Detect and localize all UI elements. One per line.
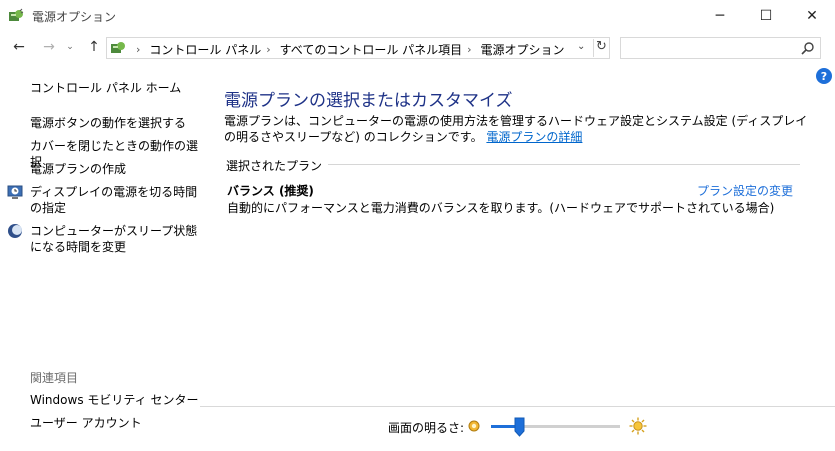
sidebar-item-sleep-time[interactable]: コンピューターがスリープ状態になる時間を変更 bbox=[30, 223, 198, 255]
group-divider bbox=[310, 164, 800, 165]
breadcrumb-separator[interactable]: › bbox=[266, 43, 270, 56]
plan-description-text: 電源プランは、コンピューターの電源の使用方法を管理するハードウェア設定とシステム… bbox=[224, 113, 814, 145]
breadcrumb: › コントロール パネル › すべてのコントロール パネル項目 › 電源オプショ… bbox=[131, 41, 565, 58]
plan-summary: 自動的にパフォーマンスと電力消費のバランスを取ります。(ハードウェアでサポートさ… bbox=[227, 201, 775, 215]
plan-details-link[interactable]: 電源プランの詳細 bbox=[486, 130, 582, 144]
change-plan-settings-link[interactable]: プラン設定の変更 bbox=[697, 182, 793, 199]
address-bar[interactable]: › コントロール パネル › すべてのコントロール パネル項目 › 電源オプショ… bbox=[106, 37, 610, 59]
sidebar-item-create-plan[interactable]: 電源プランの作成 bbox=[30, 161, 126, 177]
forward-arrow-icon: → bbox=[43, 39, 55, 55]
sidebar-item-control-panel-home[interactable]: コントロール パネル ホーム bbox=[30, 80, 181, 96]
brightness-slider[interactable] bbox=[491, 425, 620, 428]
minimize-button[interactable]: ─ bbox=[697, 0, 743, 31]
maximize-button[interactable]: ☐ bbox=[743, 0, 789, 31]
search-icon[interactable] bbox=[801, 41, 815, 55]
control-panel-icon bbox=[111, 42, 125, 53]
minimize-icon: ─ bbox=[715, 7, 725, 24]
sun-bright-icon bbox=[629, 417, 647, 435]
close-button[interactable]: ✕ bbox=[789, 0, 835, 31]
display-clock-icon bbox=[7, 185, 23, 199]
maximize-icon: ☐ bbox=[759, 7, 773, 24]
sidebar-item-display-off-time[interactable]: ディスプレイの電源を切る時間の指定 bbox=[30, 184, 198, 216]
plan-name: バランス (推奨) bbox=[227, 184, 314, 198]
brightness-bar: 画面の明るさ: bbox=[200, 406, 835, 451]
recent-locations-button[interactable]: ⌄ bbox=[63, 37, 77, 57]
page-title: 電源プランの選択またはカスタマイズ bbox=[224, 91, 513, 111]
breadcrumb-separator[interactable]: › bbox=[136, 43, 140, 56]
search-input[interactable] bbox=[625, 39, 795, 57]
see-also-heading: 関連項目 bbox=[30, 371, 79, 385]
sidebar-item-user-accounts[interactable]: ユーザー アカウント bbox=[30, 415, 142, 431]
sidebar-item-power-button[interactable]: 電源ボタンの動作を選択する bbox=[30, 115, 186, 131]
window-title: 電源オプション bbox=[32, 10, 117, 24]
power-options-icon bbox=[9, 8, 24, 21]
selected-plan-label: 選択されたプラン bbox=[226, 157, 329, 174]
up-arrow-icon: ↑ bbox=[88, 39, 100, 55]
breadcrumb-item-all-items[interactable]: すべてのコントロール パネル項目 bbox=[280, 41, 463, 58]
address-dropdown-icon[interactable]: ⌄ bbox=[577, 41, 585, 52]
refresh-icon[interactable]: ↻ bbox=[593, 39, 609, 57]
breadcrumb-separator[interactable]: › bbox=[467, 43, 471, 56]
moon-icon bbox=[8, 224, 22, 238]
search-box[interactable] bbox=[620, 37, 821, 59]
sidebar-item-mobility-center[interactable]: Windows モビリティ センター bbox=[30, 392, 198, 408]
up-button[interactable]: ↑ bbox=[84, 37, 104, 57]
forward-button[interactable]: → bbox=[39, 37, 59, 57]
sun-dim-icon bbox=[468, 420, 480, 432]
chevron-down-icon: ⌄ bbox=[66, 42, 74, 52]
back-button[interactable]: ← bbox=[9, 37, 29, 57]
title-bar: 電源オプション ─ ☐ ✕ bbox=[0, 0, 835, 31]
breadcrumb-item-control-panel[interactable]: コントロール パネル bbox=[149, 41, 261, 58]
main-content: 電源プランの選択またはカスタマイズ 電源プランは、コンピューターの電源の使用方法… bbox=[200, 66, 835, 406]
back-arrow-icon: ← bbox=[13, 39, 25, 55]
brightness-slider-thumb[interactable] bbox=[514, 417, 525, 437]
breadcrumb-item-power-options[interactable]: 電源オプション bbox=[481, 41, 565, 58]
close-icon: ✕ bbox=[806, 7, 818, 24]
sidebar: コントロール パネル ホーム 電源ボタンの動作を選択する カバーを閉じたときの動… bbox=[0, 66, 200, 451]
brightness-label: 画面の明るさ: bbox=[388, 421, 465, 435]
